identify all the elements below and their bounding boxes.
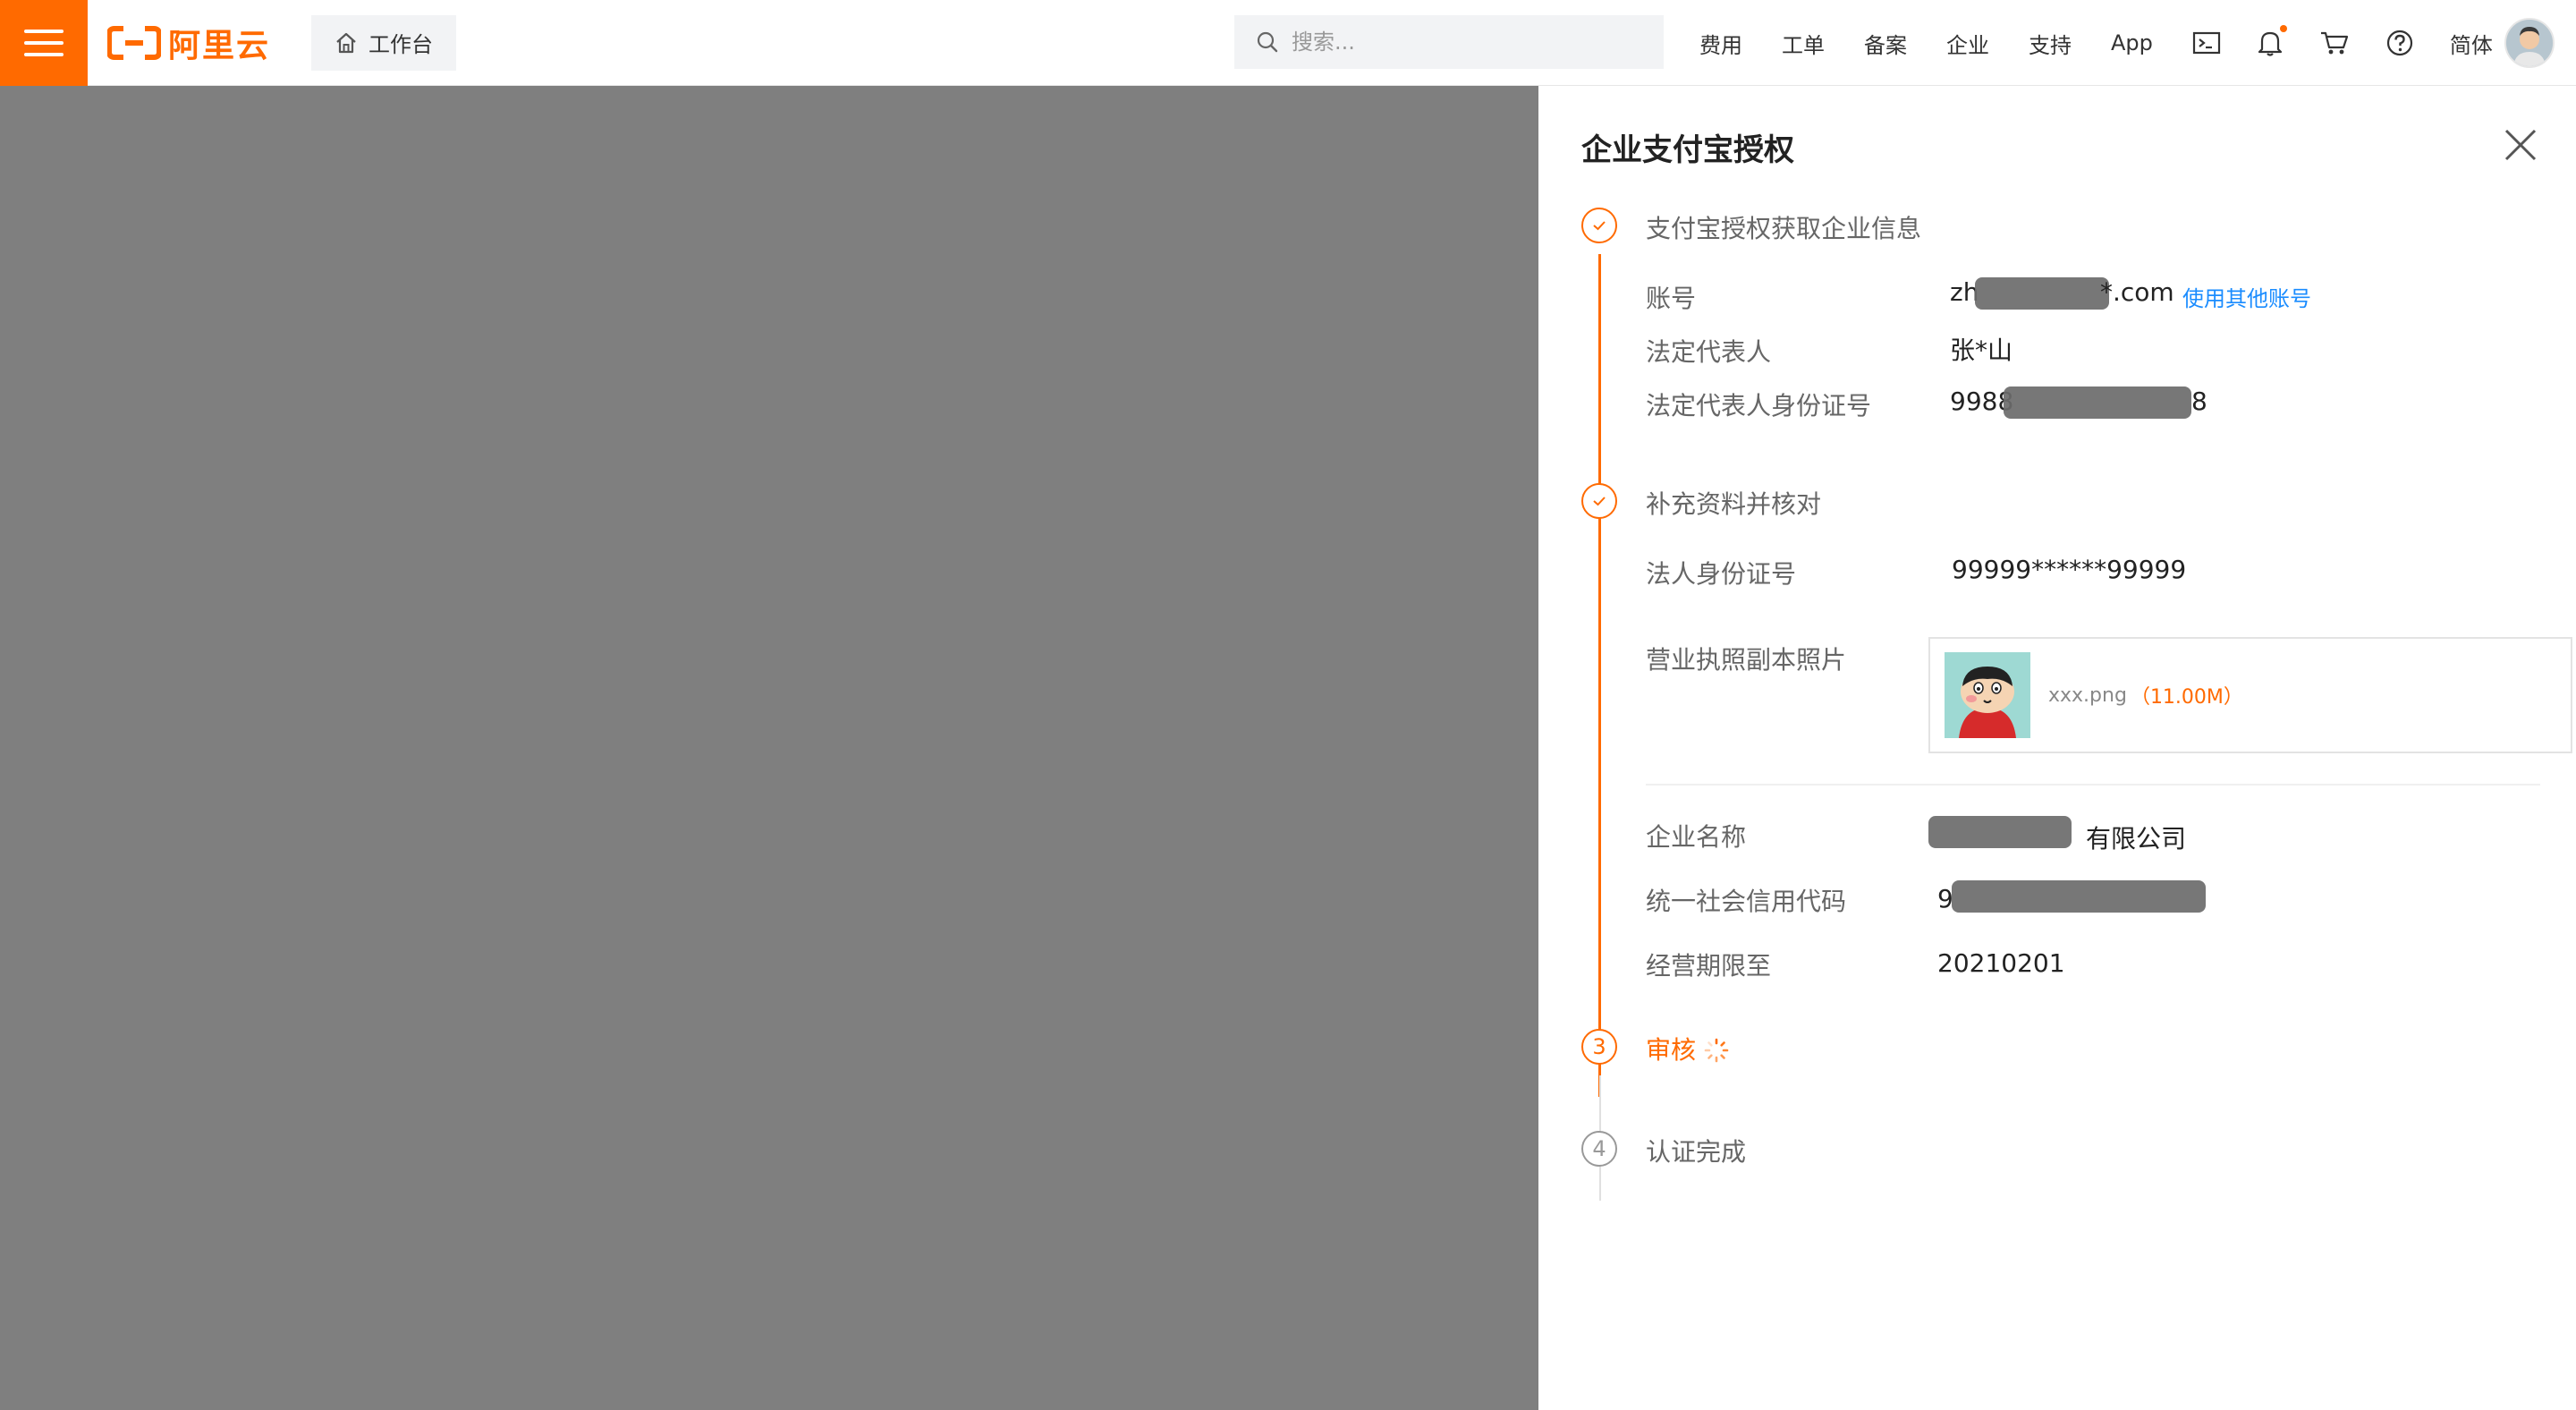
id-number-value: 99999******99999 — [1952, 555, 2187, 584]
step-4-circle: 4 — [1581, 1131, 1617, 1167]
file-size: （11.00M） — [2130, 686, 2243, 709]
redaction-mark — [1952, 880, 2206, 913]
menu-icon-line — [24, 40, 64, 45]
cart-icon[interactable] — [2319, 30, 2350, 56]
license-thumbnail[interactable] — [1945, 652, 2030, 738]
terminal-icon[interactable] — [2192, 30, 2221, 55]
id-number-label: 法人身份证号 — [1646, 559, 1797, 589]
nav-app[interactable]: App — [2111, 30, 2153, 55]
redaction-mark — [1928, 816, 2072, 848]
term-label: 经营期限至 — [1646, 951, 1772, 981]
search-box[interactable] — [1234, 15, 1664, 69]
step-4-index: 4 — [1592, 1136, 1606, 1161]
legal-id-label: 法定代表人身份证号 — [1646, 391, 1872, 420]
term-value: 20210201 — [1937, 948, 2065, 978]
aliyun-logo-icon — [107, 25, 161, 60]
step-3-index: 3 — [1592, 1034, 1606, 1059]
nav-enterprise[interactable]: 企业 — [1946, 28, 1989, 59]
license-photo-label: 营业执照副本照片 — [1646, 645, 1847, 675]
legal-id-suffix: 8 — [2191, 386, 2207, 416]
top-nav: 费用 工单 备案 企业 支持 App 简体 — [1699, 0, 2532, 86]
switch-account-link[interactable]: 使用其他账号 — [2182, 281, 2311, 312]
step-1-check-icon — [1581, 208, 1617, 243]
help-icon[interactable] — [2385, 29, 2414, 57]
legal-rep-label: 法定代表人 — [1646, 337, 1772, 367]
file-name: xxx.png — [2048, 684, 2127, 707]
license-file-card[interactable]: xxx.png （11.00M） — [1928, 637, 2572, 753]
company-name-suffix: 有限公司 — [2086, 824, 2187, 854]
drawer-title: 企业支付宝授权 — [1581, 132, 1794, 168]
company-name-label: 企业名称 — [1646, 822, 1747, 852]
menu-button[interactable] — [0, 0, 88, 86]
search-icon — [1257, 31, 1278, 53]
avatar[interactable] — [2504, 18, 2555, 68]
redaction-mark — [2004, 386, 2191, 419]
bell-icon[interactable] — [2257, 25, 2287, 57]
close-icon — [2504, 129, 2537, 161]
step-1-title: 支付宝授权获取企业信息 — [1646, 214, 1922, 243]
account-label: 账号 — [1646, 284, 1697, 313]
nav-tickets[interactable]: 工单 — [1782, 28, 1825, 59]
workbench-label: 工作台 — [369, 32, 434, 57]
language-switch[interactable]: 简体 — [2450, 28, 2493, 59]
home-icon — [336, 32, 356, 53]
step-4-title: 认证完成 — [1646, 1137, 1747, 1167]
workbench-button[interactable]: 工作台 — [311, 14, 457, 71]
step-2-title: 补充资料并核对 — [1646, 489, 1822, 519]
redaction-mark — [1975, 277, 2109, 310]
aliyun-logo[interactable]: 阿里云 — [107, 0, 270, 86]
step-2-check-icon — [1581, 483, 1617, 519]
account-value-suffix: *.com — [2100, 277, 2174, 307]
nav-fees[interactable]: 费用 — [1699, 28, 1742, 59]
loading-spinner-icon — [1704, 1038, 1729, 1063]
nav-icp[interactable]: 备案 — [1864, 28, 1907, 59]
logo-text: 阿里云 — [168, 27, 271, 64]
nav-support[interactable]: 支持 — [2029, 28, 2072, 59]
notification-dot — [2279, 25, 2287, 32]
enterprise-alipay-auth-drawer: 企业支付宝授权 支付宝授权获取企业信息 账号 zh *.com 使用其他账号 法… — [1538, 86, 2576, 1410]
section-divider — [1646, 784, 2540, 786]
menu-icon-line — [24, 52, 64, 56]
legal-rep-value: 张*山 — [1950, 336, 2013, 365]
step-3-title: 审核 — [1646, 1035, 1697, 1065]
menu-icon-line — [24, 29, 64, 33]
step-2-connector — [1598, 530, 1601, 1097]
credit-code-label: 统一社会信用代码 — [1646, 887, 1847, 916]
search-input[interactable] — [1292, 30, 1649, 55]
close-button[interactable] — [2501, 125, 2540, 165]
step-3-circle: 3 — [1581, 1029, 1617, 1065]
